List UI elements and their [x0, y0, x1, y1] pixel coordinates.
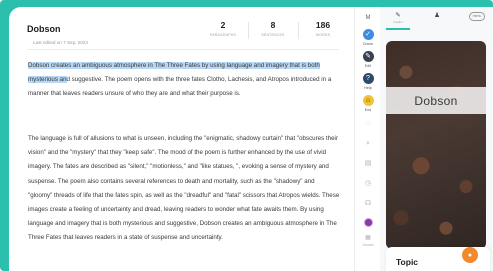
paragraph-1[interactable]: Dobson creates an ambiguous atmosphere i… [28, 59, 340, 102]
scores-button[interactable]: ▦ Scores [355, 235, 381, 247]
search-icon: ⌕ [366, 140, 370, 147]
scores-icon: ▦ [365, 235, 371, 241]
paragraph-2[interactable]: The language is full of allusions to wha… [28, 132, 340, 246]
stat-value: 2 [220, 20, 226, 30]
end-label: End [364, 108, 372, 112]
headphones-icon: ☊ [364, 200, 372, 207]
stat-label: SENTENCES [261, 33, 285, 37]
m-button[interactable]: M [355, 15, 381, 21]
tab-notifications[interactable]: ♟ [427, 12, 447, 25]
panel-tabs: ✎ Copilot ♟ menu [380, 7, 493, 30]
chat-icon: ◌ [365, 120, 371, 127]
tab-label: Copilot [393, 20, 403, 24]
check-label: Check [362, 42, 374, 46]
topic-label: Topic [396, 257, 419, 267]
stat-label: PARAGRAPHS [209, 33, 237, 37]
profile-icon [363, 218, 373, 227]
scores-label: Scores [362, 243, 374, 247]
check-button[interactable]: ✓ Check [355, 29, 381, 46]
app-window: Dobson Last edited on 7 Sep, 2023 2 PARA… [9, 7, 493, 271]
clock-tool-button[interactable]: ◷ [355, 180, 381, 187]
headphones-tool-button[interactable]: ☊ [355, 200, 381, 207]
pencil-icon: ✎ [362, 51, 374, 62]
menu-button[interactable]: menu [469, 12, 485, 21]
chat-bubble-icon: ● [467, 251, 473, 259]
chat-bubble-button[interactable]: ● [462, 247, 478, 263]
editor: Dobson Last edited on 7 Sep, 2023 2 PARA… [9, 7, 339, 271]
document-icon: ▤ [364, 160, 372, 167]
clock-icon: ◷ [364, 180, 372, 187]
stat-label: WORDS [315, 33, 331, 37]
edit-label: Edit [364, 64, 372, 68]
vertical-toolbar: M ✓ Check ✎ Edit ? Help ⌂ End ◌ ⌕ ▤ ◷ ☊ … [354, 7, 380, 271]
search-tool-button[interactable]: ⌕ [355, 140, 381, 147]
side-panel: ✎ Copilot ♟ menu Dobson Topic [380, 7, 493, 271]
document-title: Dobson [27, 24, 61, 34]
paragraph-text[interactable]: d suggestive. The poem opens with the th… [28, 76, 331, 97]
last-edited-label: Last edited on 7 Sep, 2023 [33, 40, 88, 45]
help-label: Help [364, 86, 372, 90]
stat-words: 186 WORDS [298, 20, 348, 39]
bell-icon: ♟ [434, 12, 440, 19]
chat-tool-button[interactable]: ◌ [355, 120, 381, 127]
document-tool-button[interactable]: ▤ [355, 160, 381, 167]
cover-title-band: Dobson [386, 87, 486, 114]
profile-button[interactable] [355, 218, 381, 227]
help-button[interactable]: ? Help [355, 73, 381, 90]
stat-sentences: 8 SENTENCES [248, 20, 298, 39]
m-label: M [365, 15, 371, 21]
question-icon: ? [362, 73, 374, 84]
stat-value: 186 [315, 20, 331, 30]
tab-copilot[interactable]: ✎ Copilot [386, 12, 410, 30]
cover-title: Dobson [414, 93, 458, 108]
stat-paragraphs: 2 PARAGRAPHS [198, 20, 248, 37]
pen-icon: ✎ [395, 12, 401, 19]
cover-card[interactable]: Dobson [386, 41, 486, 249]
edit-button[interactable]: ✎ Edit [355, 51, 381, 68]
home-icon: ⌂ [362, 95, 374, 106]
stat-value: 8 [270, 20, 276, 30]
document-stats: 2 PARAGRAPHS 8 SENTENCES 186 WORDS [198, 20, 348, 39]
end-button[interactable]: ⌂ End [355, 95, 381, 112]
check-icon: ✓ [362, 29, 374, 40]
header-divider [27, 49, 339, 50]
